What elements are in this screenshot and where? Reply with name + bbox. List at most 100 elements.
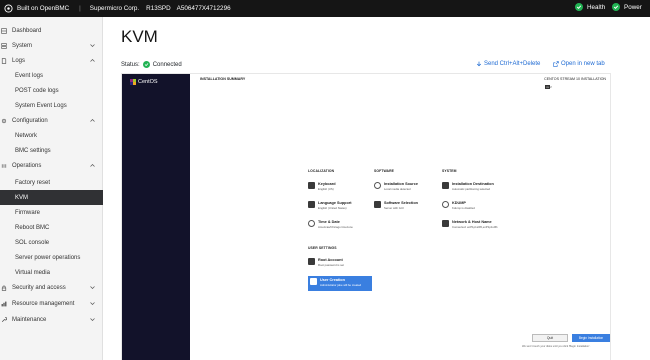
spoke-name: Language Support [318,201,352,205]
sidebar-item-bmc-settings[interactable]: BMC settings [0,143,103,158]
spoke-time-date[interactable]: Time & Date Americas/Chicago timezone [308,220,372,230]
chevron-up-icon [90,119,95,122]
sidebar-item-label: Virtual media [15,269,50,276]
control-panel-icon [1,163,7,168]
server-icon [1,42,7,49]
sidebar-item-factory-reset[interactable]: Factory reset [0,175,103,190]
send-cad-label: Send Ctrl+Alt+Delete [484,61,541,67]
open-new-tab-label: Open in new tab [561,61,605,67]
centos-logo-text: CentOS [138,79,158,85]
sidebar-item-label: Resource management [12,300,75,307]
spoke-status: Kdump is disabled [452,206,475,210]
wrench-icon [1,316,7,322]
health-status[interactable]: Health [575,3,605,11]
chevron-up-icon [90,59,95,62]
spoke-name: Installation Source [384,182,418,186]
spoke-status: English (US) [318,187,334,191]
sidebar-item-dashboard[interactable]: Dashboard [0,23,103,38]
sidebar-item-label: Reboot BMC [15,224,50,231]
sidebar-item-post-code-logs[interactable]: POST code logs [0,83,103,98]
chevron-down-icon [90,44,95,47]
begin-installation-button[interactable]: Begin Installation [572,334,610,342]
sidebar-item-label: BMC settings [15,147,51,154]
sidebar-item-sol-console[interactable]: SOL console [0,235,103,250]
check-icon [612,3,620,11]
spoke-user-creation[interactable]: User Creation Administrator jdoe will be… [308,276,372,291]
user-icon [310,278,317,285]
serial-number: A506477X4712296 [176,5,231,12]
spoke-installation-source[interactable]: Installation Source Local media detected [374,182,438,192]
sidebar-item-server-power-operations[interactable]: Server power operations [0,250,103,265]
vendor-name: Supermicro Corp. [89,5,140,12]
spoke-keyboard[interactable]: Keyboard English (US) [308,182,372,192]
spoke-name: Software Selection [384,201,418,205]
send-ctrl-alt-delete-button[interactable]: Send Ctrl+Alt+Delete [476,61,540,67]
language-icon [308,201,315,208]
spoke-status: Americas/Chicago timezone [318,225,353,229]
sidebar-item-label: Configuration [12,117,48,124]
installer-summary-title: INSTALLATION SUMMARY [200,77,246,81]
check-circle-icon [142,61,150,68]
package-icon [374,201,381,208]
spoke-status: Connected: enP1p1s0f0,enP1p1s0f1 [452,225,498,229]
sidebar-item-label: SOL console [15,239,50,246]
sidebar-item-reboot-bmc[interactable]: Reboot BMC [0,220,103,235]
spoke-name: Root Account [318,258,343,262]
power-status[interactable]: Power [612,3,642,11]
sidebar-item-label: Logs [12,57,26,64]
sidebar-item-system-event-logs[interactable]: System Event Logs [0,98,103,113]
chart-icon [1,301,7,306]
quit-button[interactable]: Quit [532,334,568,342]
sidebar-item-security-and-access[interactable]: Security and access [0,280,103,295]
spoke-status: Server with GUI [384,206,404,210]
sidebar-item-label: System [12,42,33,49]
status-value: Connected [152,61,182,68]
sidebar-item-label: Maintenance [12,316,47,323]
sidebar-item-maintenance[interactable]: Maintenance [0,312,103,327]
installer-release-title: CENTOS STREAM 10 INSTALLATION [544,77,606,81]
spoke-language[interactable]: Language Support English (United States) [308,201,372,211]
keyboard-icon [308,182,315,189]
spoke-name: Keyboard [318,182,336,186]
sidebar-item-event-logs[interactable]: Event logs [0,68,103,83]
chevron-down-icon [90,286,95,289]
sidebar-item-network[interactable]: Network [0,128,103,143]
sidebar-item-operations[interactable]: Operations [0,158,103,173]
hard-drive-icon [442,182,449,189]
spoke-installation-destination[interactable]: Installation Destination Automatic parti… [442,182,506,192]
section-user-settings: USER SETTINGS [308,246,337,250]
sidebar-item-label: KVM [15,194,29,201]
section-localization: LOCALIZATION [308,169,335,173]
top-header: Built on OpenBMC | Supermicro Corp. R13S… [0,0,650,17]
kvm-console[interactable]: CentOS INSTALLATION SUMMARY CENTOS STREA… [121,73,611,360]
sidebar-item-label: POST code logs [15,87,59,94]
sidebar-item-label: Server power operations [15,254,81,261]
spoke-software-selection[interactable]: Software Selection Server with GUI [374,201,438,211]
sidebar-item-kvm[interactable]: KVM [0,190,103,205]
sidebar-item-label: Security and access [12,284,66,291]
sidebar-item-label: System Event Logs [15,102,67,109]
built-on-label: Built on OpenBMC [17,5,70,12]
section-system: SYSTEM [442,169,457,173]
external-link-icon [553,61,559,67]
sidebar-item-logs[interactable]: Logs [0,53,103,68]
key-icon [308,258,315,265]
sidebar-item-configuration[interactable]: Configuration [0,113,103,128]
sidebar-item-resource-management[interactable]: Resource management [0,296,103,311]
spoke-status: Root password is set [318,263,344,267]
spoke-name: User Creation [320,278,345,282]
spoke-root-account[interactable]: Root Account Root password is set [308,258,372,268]
openbmc-logo-icon [4,4,13,13]
sidebar-item-virtual-media[interactable]: Virtual media [0,265,103,280]
sidebar-nav: Dashboard System Logs Event logs POST co… [0,17,103,360]
lock-icon [1,285,7,291]
sidebar-item-firmware[interactable]: Firmware [0,205,103,220]
server-model: R13SPD [146,5,171,12]
clock-icon [308,220,315,227]
help-button[interactable]: Help! [545,85,552,89]
spoke-network-host-name[interactable]: Network & Host Name Connected: enP1p1s0f… [442,220,506,234]
sidebar-item-system[interactable]: System [0,38,103,53]
sidebar-item-label: Factory reset [15,179,51,186]
spoke-kdump[interactable]: KDUMP Kdump is disabled [442,201,506,211]
open-in-new-tab-button[interactable]: Open in new tab [553,61,605,67]
